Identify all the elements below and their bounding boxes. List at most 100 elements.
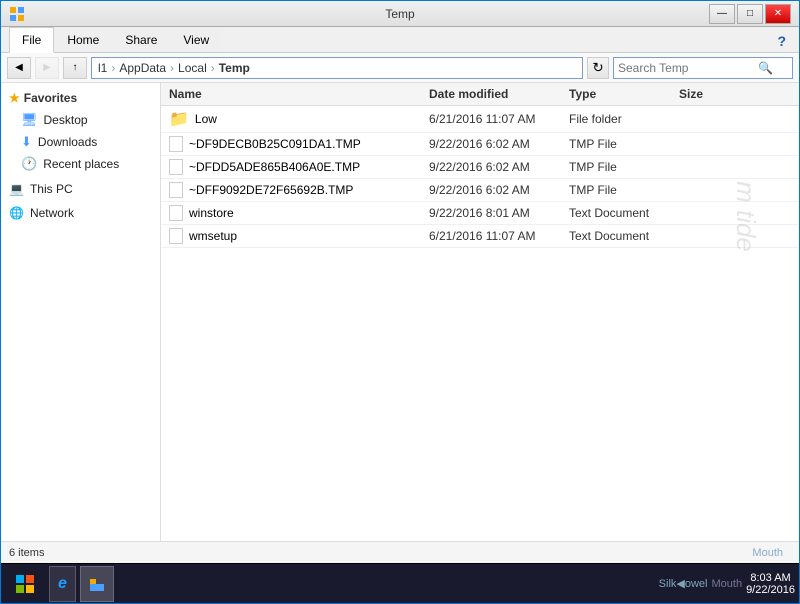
- tab-file[interactable]: File: [9, 27, 54, 53]
- title-bar-controls: — □ ✕: [709, 4, 791, 24]
- mouth-label: Mouth: [752, 547, 783, 559]
- file-date: 9/22/2016 6:02 AM: [429, 160, 569, 174]
- breadcrumb-local[interactable]: Local: [178, 61, 207, 75]
- file-list-container: Name Date modified Type Size 📁 Low 6/21/…: [161, 83, 799, 541]
- breadcrumb-appdata[interactable]: AppData: [119, 61, 166, 75]
- file-icon: [169, 159, 183, 175]
- taskbar: e Silk◀owel Mouth 8:03 AM 9/22/2016: [1, 563, 799, 603]
- refresh-button[interactable]: ↻: [587, 57, 609, 79]
- folder-icon: 📁: [169, 109, 189, 129]
- forward-button[interactable]: ▶: [35, 57, 59, 79]
- file-date: 9/22/2016 6:02 AM: [429, 183, 569, 197]
- clock-time: 8:03 AM: [746, 572, 795, 584]
- breadcrumb-sep2: ›: [170, 61, 174, 75]
- start-button[interactable]: [5, 566, 45, 602]
- favorites-section: ★ Favorites 🖥 Desktop ⬇ Downloads 🕐 Rece…: [1, 87, 160, 175]
- maximize-button[interactable]: □: [737, 4, 763, 24]
- file-name: wmsetup: [169, 228, 429, 244]
- tab-home[interactable]: Home: [54, 27, 112, 52]
- thispc-section: 💻 This PC: [1, 179, 160, 199]
- file-name: ~DF9DECB0B25C091DA1.TMP: [169, 136, 429, 152]
- file-type: TMP File: [569, 160, 679, 174]
- breadcrumb-temp[interactable]: Temp: [219, 61, 250, 75]
- close-button[interactable]: ✕: [765, 4, 791, 24]
- table-row[interactable]: ~DFF9092DE72F65692B.TMP 9/22/2016 6:02 A…: [161, 179, 799, 202]
- table-row[interactable]: wmsetup 6/21/2016 11:07 AM Text Document: [161, 225, 799, 248]
- breadcrumb-sep1: ›: [111, 61, 115, 75]
- title-bar-left: Temp: [9, 6, 25, 22]
- title-bar-title: Temp: [385, 7, 414, 21]
- up-button[interactable]: ↑: [63, 57, 87, 79]
- mouth-tray: Mouth: [711, 578, 742, 590]
- table-row[interactable]: 📁 Low 6/21/2016 11:07 AM File folder: [161, 106, 799, 133]
- file-name: winstore: [169, 205, 429, 221]
- sidebar-item-label-network: Network: [30, 206, 74, 220]
- system-tray-label: Silk◀owel: [659, 577, 708, 590]
- explorer-window: Temp — □ ✕ File Home Share View ? ◀ ▶ ↑ …: [0, 0, 800, 604]
- column-type[interactable]: Type: [569, 87, 679, 101]
- help-button[interactable]: ?: [772, 30, 791, 52]
- item-count: 6 items: [9, 547, 44, 559]
- column-size[interactable]: Size: [679, 87, 759, 101]
- taskbar-ie[interactable]: e: [49, 566, 76, 602]
- back-button[interactable]: ◀: [7, 57, 31, 79]
- network-icon: 🌐: [9, 206, 24, 220]
- tab-view[interactable]: View: [170, 27, 222, 52]
- search-icon: 🔍: [758, 61, 773, 75]
- file-type: TMP File: [569, 183, 679, 197]
- column-name[interactable]: Name: [169, 87, 429, 101]
- table-row[interactable]: ~DF9DECB0B25C091DA1.TMP 9/22/2016 6:02 A…: [161, 133, 799, 156]
- title-bar: Temp — □ ✕: [1, 1, 799, 27]
- file-icon: [169, 205, 183, 221]
- favorites-header[interactable]: ★ Favorites: [1, 87, 160, 109]
- desktop-icon: 🖥: [21, 112, 38, 128]
- file-name: ~DFF9092DE72F65692B.TMP: [169, 182, 429, 198]
- file-icon: [169, 136, 183, 152]
- file-date: 9/22/2016 6:02 AM: [429, 137, 569, 151]
- download-icon: ⬇: [21, 134, 32, 150]
- table-row[interactable]: winstore 9/22/2016 8:01 AM Text Document: [161, 202, 799, 225]
- table-row[interactable]: ~DFDD5ADE865B406A0E.TMP 9/22/2016 6:02 A…: [161, 156, 799, 179]
- file-type: File folder: [569, 112, 679, 126]
- favorites-label: Favorites: [24, 91, 77, 105]
- address-bar[interactable]: l1 › AppData › Local › Temp: [91, 57, 583, 79]
- file-icon: [169, 182, 183, 198]
- file-type: TMP File: [569, 137, 679, 151]
- file-date: 6/21/2016 11:07 AM: [429, 112, 569, 126]
- ribbon-tabs: File Home Share View ?: [1, 27, 799, 53]
- file-name: ~DFDD5ADE865B406A0E.TMP: [169, 159, 429, 175]
- file-name: 📁 Low: [169, 109, 429, 129]
- toolbar: ◀ ▶ ↑ l1 › AppData › Local › Temp ↻ 🔍: [1, 53, 799, 83]
- file-icon: [169, 228, 183, 244]
- breadcrumb-l1[interactable]: l1: [98, 61, 107, 75]
- column-date[interactable]: Date modified: [429, 87, 569, 101]
- sidebar-item-label-downloads: Downloads: [38, 135, 97, 149]
- status-bar: 6 items Mouth: [1, 541, 799, 563]
- search-input[interactable]: [618, 61, 758, 75]
- file-date: 6/21/2016 11:07 AM: [429, 229, 569, 243]
- search-box[interactable]: 🔍: [613, 57, 793, 79]
- computer-icon: 💻: [9, 182, 24, 196]
- file-rows: 📁 Low 6/21/2016 11:07 AM File folder ~DF…: [161, 106, 799, 248]
- file-type: Text Document: [569, 229, 679, 243]
- recent-icon: 🕐: [21, 156, 37, 172]
- network-section: 🌐 Network: [1, 203, 160, 223]
- minimize-button[interactable]: —: [709, 4, 735, 24]
- breadcrumb-sep3: ›: [211, 61, 215, 75]
- star-icon: ★: [9, 91, 20, 105]
- window-icon: [9, 6, 25, 22]
- sidebar-item-label-recent: Recent places: [43, 157, 119, 171]
- clock-date: 9/22/2016: [746, 584, 795, 596]
- sidebar-item-network[interactable]: 🌐 Network: [1, 203, 160, 223]
- taskbar-explorer[interactable]: [80, 566, 114, 602]
- sidebar-item-thispc[interactable]: 💻 This PC: [1, 179, 160, 199]
- sidebar-item-label-thispc: This PC: [30, 182, 73, 196]
- nav-pane: ★ Favorites 🖥 Desktop ⬇ Downloads 🕐 Rece…: [1, 83, 161, 541]
- tab-share[interactable]: Share: [112, 27, 170, 52]
- taskbar-clock[interactable]: 8:03 AM 9/22/2016: [746, 572, 795, 596]
- sidebar-item-downloads[interactable]: ⬇ Downloads: [1, 131, 160, 153]
- sidebar-item-recent[interactable]: 🕐 Recent places: [1, 153, 160, 175]
- file-type: Text Document: [569, 206, 679, 220]
- file-list-header: Name Date modified Type Size: [161, 83, 799, 106]
- sidebar-item-desktop[interactable]: 🖥 Desktop: [1, 109, 160, 131]
